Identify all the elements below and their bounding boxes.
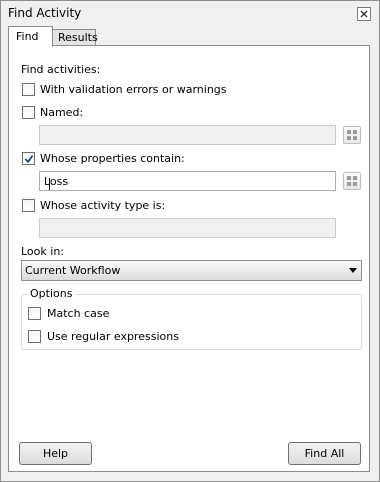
activity-type-checkbox[interactable] — [22, 199, 35, 212]
title-bar: Find Activity — [1, 1, 379, 25]
match-case-checkbox[interactable] — [28, 307, 41, 320]
window-title: Find Activity — [8, 6, 82, 20]
named-input[interactable] — [39, 125, 336, 145]
properties-input-text: Loss — [44, 175, 69, 190]
activity-type-label: Whose activity type is: — [40, 199, 166, 212]
match-case-label: Match case — [47, 307, 110, 320]
named-picker-button[interactable] — [343, 126, 361, 144]
look-in-label: Look in: — [21, 245, 64, 258]
tab-find-label: Find — [16, 30, 39, 43]
properties-input-value: Loss — [44, 175, 69, 188]
close-icon — [360, 10, 368, 18]
named-label: Named: — [40, 106, 84, 119]
regex-checkbox[interactable] — [28, 330, 41, 343]
find-activities-heading: Find activities: — [21, 63, 101, 76]
properties-label: Whose properties contain: — [40, 152, 185, 165]
look-in-selected: Current Workflow — [25, 264, 121, 277]
named-checkbox[interactable] — [22, 106, 35, 119]
look-in-dropdown[interactable]: Current Workflow — [21, 260, 362, 281]
tab-find[interactable]: Find — [8, 26, 53, 47]
checkmark-icon — [24, 155, 34, 164]
find-all-button[interactable]: Find All — [288, 442, 361, 465]
properties-picker-button[interactable] — [343, 172, 361, 190]
options-title: Options — [28, 287, 76, 300]
regex-label: Use regular expressions — [47, 330, 179, 343]
tab-results[interactable]: Results — [52, 29, 98, 46]
validation-label: With validation errors or warnings — [40, 83, 227, 96]
text-caret — [49, 178, 50, 190]
activity-type-input[interactable] — [39, 218, 336, 238]
grid-picker-icon — [347, 130, 357, 140]
validation-checkbox[interactable] — [22, 83, 35, 96]
dropdown-arrow-icon — [349, 268, 357, 273]
grid-picker-icon — [347, 176, 357, 186]
tab-results-label: Results — [58, 31, 98, 44]
close-button[interactable] — [357, 7, 371, 21]
properties-checkbox[interactable] — [22, 152, 35, 165]
properties-input[interactable]: Loss — [39, 171, 336, 191]
help-button[interactable]: Help — [19, 442, 92, 465]
